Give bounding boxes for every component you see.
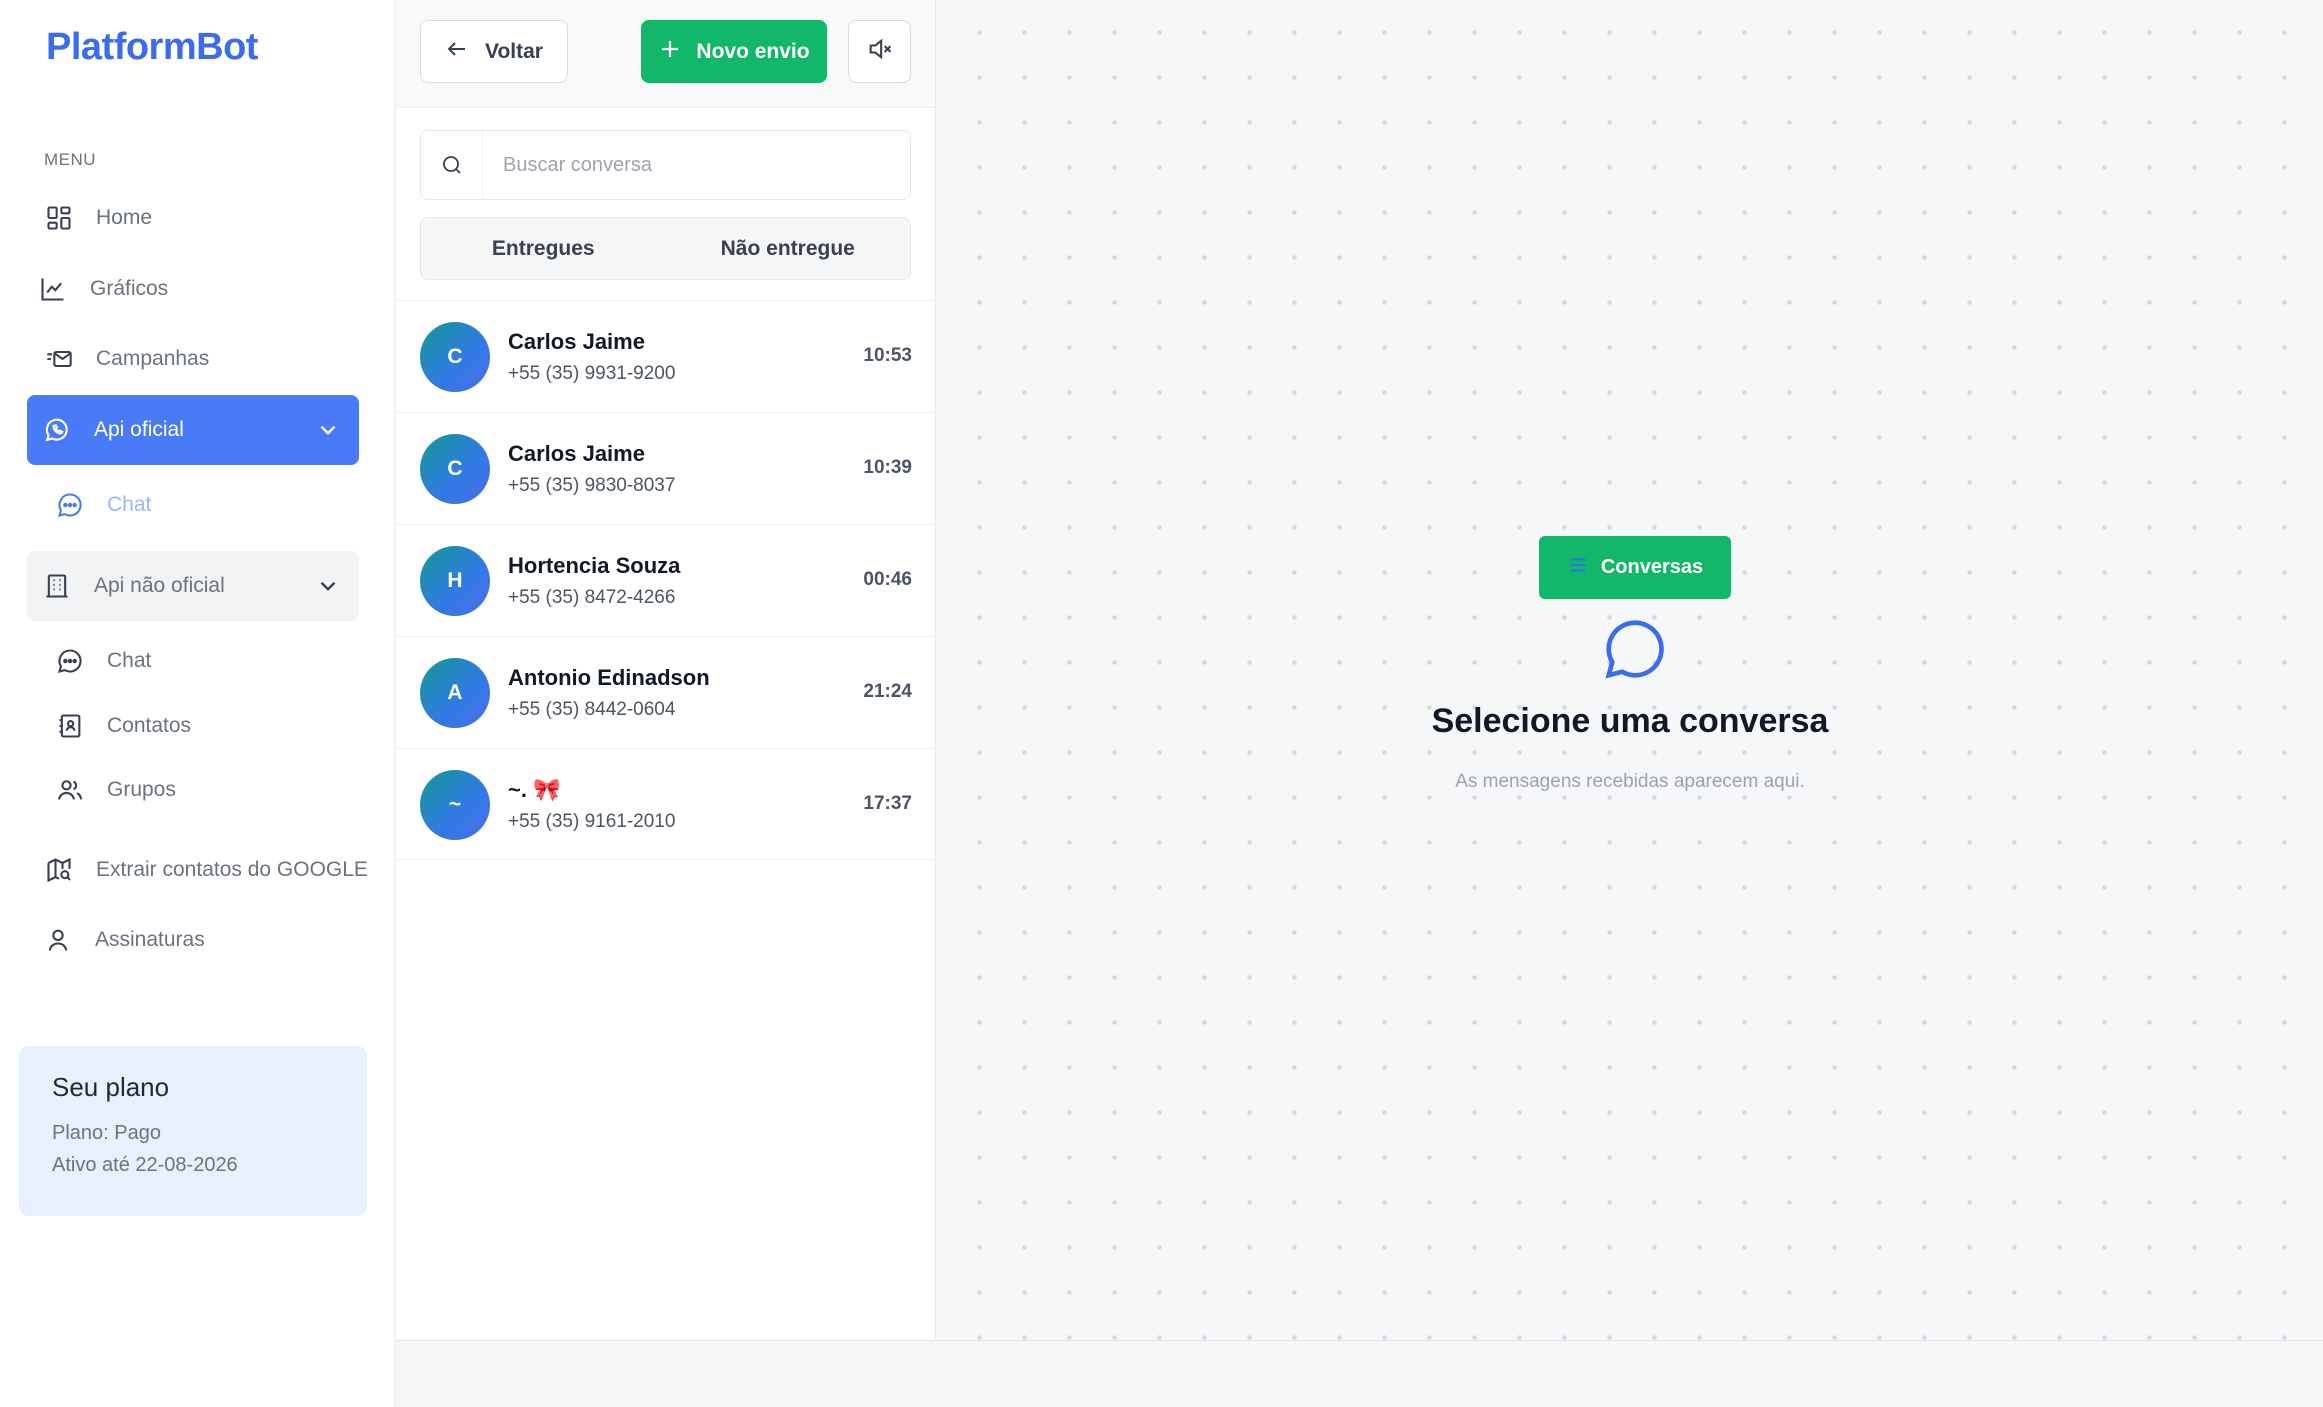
plan-card: Seu plano Plano: Pago Ativo até 22-08-20…	[19, 1046, 367, 1216]
grid-icon	[44, 203, 74, 233]
conversations-toggle-label: Conversas	[1600, 556, 1704, 578]
list-toolbar: Voltar Novo envio	[396, 0, 935, 108]
mute-button[interactable]	[848, 20, 911, 83]
sidebar-subitem-contatos[interactable]: Contatos	[55, 701, 191, 751]
chevron-down-icon[interactable]	[315, 417, 341, 449]
empty-state-subtitle: As mensagens recebidas aparecem aqui.	[1455, 771, 1805, 792]
chat-bubble-icon	[1600, 614, 1670, 684]
new-send-button[interactable]: Novo envio	[641, 20, 827, 83]
contact-name: Carlos Jaime	[508, 329, 645, 354]
sidebar: PlatformBot MENU Home Gráficos Campanhas…	[0, 0, 395, 1407]
sidebar-item-label: Contatos	[107, 714, 192, 737]
sidebar-subitem-grupos[interactable]: Grupos	[55, 765, 176, 815]
tab-entregues[interactable]: Entregues	[421, 218, 666, 279]
map-search-icon	[44, 855, 74, 885]
user-icon	[43, 925, 73, 955]
sidebar-item-assinaturas[interactable]: Assinaturas	[43, 915, 205, 965]
sidebar-item-api-nao-oficial[interactable]: Api não oficial	[27, 551, 359, 621]
contact-phone: +55 (35) 9161-2010	[508, 811, 676, 832]
conversation-item[interactable]: H Hortencia Souza +55 (35) 8472-4266 00:…	[396, 524, 936, 636]
sidebar-item-label: Assinaturas	[95, 928, 205, 951]
sidebar-item-label: Gráficos	[90, 277, 169, 300]
chat-main-area: Conversas Selecione uma conversa As mens…	[937, 0, 2323, 1340]
chevron-down-icon[interactable]	[315, 573, 341, 605]
sidebar-subitem-chat[interactable]: Chat	[55, 636, 151, 686]
chart-line-icon	[38, 274, 68, 304]
tab-nao-entregue[interactable]: Não entregue	[666, 218, 911, 279]
conversation-list: C Carlos Jaime +55 (35) 9931-9200 10:53 …	[396, 300, 936, 860]
message-time: 10:39	[863, 457, 912, 478]
sidebar-item-api-oficial[interactable]: Api oficial	[27, 395, 359, 465]
message-time: 00:46	[863, 569, 912, 590]
sidebar-item-home[interactable]: Home	[44, 193, 152, 243]
whatsapp-icon	[42, 415, 72, 445]
message-time: 21:24	[863, 681, 912, 702]
sidebar-item-label: Campanhas	[96, 347, 210, 370]
search-input[interactable]	[483, 153, 883, 177]
sidebar-item-graficos[interactable]: Gráficos	[38, 264, 168, 314]
contact-name: ~. 🎀	[508, 777, 561, 802]
contact-phone: +55 (35) 8442-0604	[508, 699, 676, 720]
sidebar-item-label: Home	[96, 206, 153, 229]
users-icon	[55, 775, 85, 805]
search-icon	[421, 131, 483, 199]
menu-label: MENU	[44, 150, 97, 169]
message-time: 17:37	[863, 793, 912, 814]
back-button-label: Voltar	[485, 39, 543, 63]
contact-name: Carlos Jaime	[508, 441, 645, 466]
conversations-toggle-button[interactable]: Conversas	[1539, 536, 1731, 599]
conversation-item[interactable]: C Carlos Jaime +55 (35) 9830-8037 10:39	[396, 412, 936, 524]
avatar: ~	[420, 770, 490, 840]
mail-send-icon	[44, 344, 74, 374]
conversation-item[interactable]: C Carlos Jaime +55 (35) 9931-9200 10:53	[396, 300, 936, 412]
sidebar-item-label: Chat	[107, 493, 152, 516]
sidebar-item-label: Api não oficial	[94, 574, 225, 597]
empty-state-title: Selecione uma conversa	[1431, 702, 1829, 740]
plan-expiry: Ativo até 22-08-2026	[52, 1154, 238, 1176]
new-send-label: Novo envio	[696, 39, 810, 63]
contact-phone: +55 (35) 9931-9200	[508, 363, 676, 384]
sidebar-item-extrair-google[interactable]: Extrair contatos do GOOGLE	[44, 845, 368, 895]
sidebar-item-label: Api oficial	[94, 418, 184, 441]
plan-title: Seu plano	[52, 1072, 170, 1102]
avatar: C	[420, 434, 490, 504]
volume-mute-icon	[866, 35, 894, 68]
sidebar-item-label: Grupos	[107, 778, 176, 801]
sidebar-subitem-chat-oficial[interactable]: Chat	[55, 480, 151, 530]
sidebar-item-label: Extrair contatos do GOOGLE	[96, 858, 368, 881]
contact-phone: +55 (35) 9830-8037	[508, 475, 676, 496]
delivery-tabs: Entregues Não entregue	[420, 217, 911, 280]
conversation-list-panel: Voltar Novo envio Entregues Não entregue…	[396, 0, 936, 1340]
arrow-left-icon	[445, 37, 469, 67]
search-box	[420, 130, 911, 200]
plus-icon	[658, 37, 682, 67]
conversation-item[interactable]: ~ ~. 🎀 +55 (35) 9161-2010 17:37	[396, 748, 936, 860]
building-icon	[42, 571, 72, 601]
conversation-item[interactable]: A Antonio Edinadson +55 (35) 8442-0604 2…	[396, 636, 936, 748]
sidebar-item-campanhas[interactable]: Campanhas	[44, 334, 209, 384]
contact-name: Hortencia Souza	[508, 553, 681, 578]
chat-bubble-icon	[55, 646, 85, 676]
sidebar-item-label: Chat	[107, 649, 152, 672]
avatar: C	[420, 322, 490, 392]
footer-strip	[396, 1340, 2323, 1407]
contact-name: Antonio Edinadson	[508, 665, 710, 690]
app-logo[interactable]: PlatformBot	[46, 26, 258, 69]
avatar: H	[420, 546, 490, 616]
contact-phone: +55 (35) 8472-4266	[508, 587, 676, 608]
message-time: 10:53	[863, 345, 912, 366]
back-button[interactable]: Voltar	[420, 20, 568, 83]
avatar: A	[420, 658, 490, 728]
chat-bubble-icon	[55, 490, 85, 520]
plan-type: Plano: Pago	[52, 1122, 161, 1144]
contacts-book-icon	[55, 711, 85, 741]
menu-lines-icon	[1567, 554, 1589, 582]
